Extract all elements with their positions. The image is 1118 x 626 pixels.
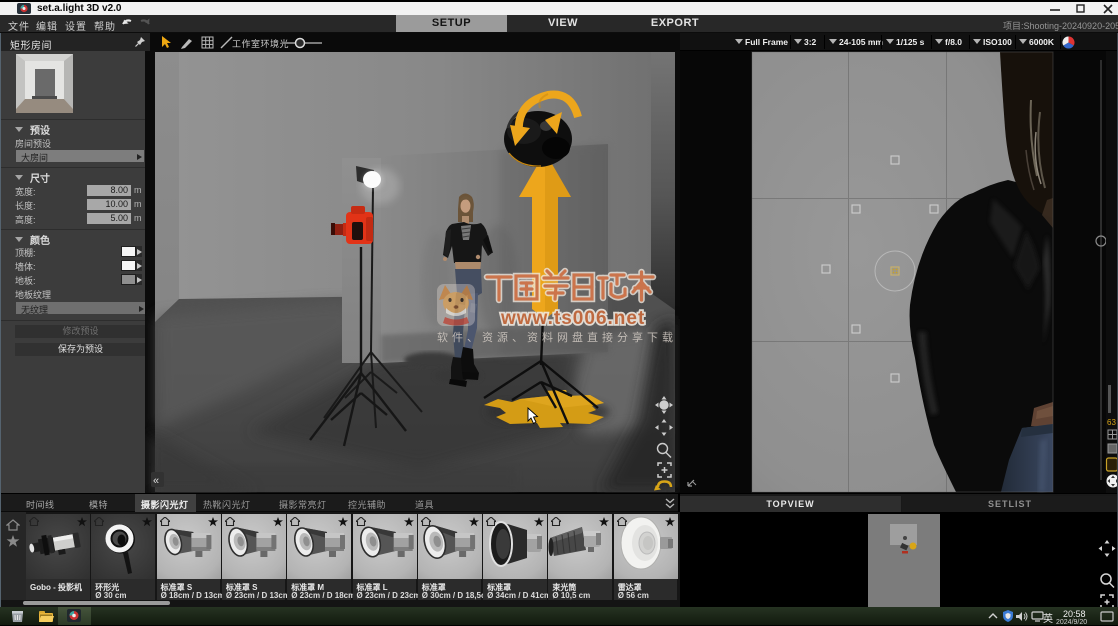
- svg-text:«: «: [153, 475, 159, 487]
- svg-text:www.ts006.net: www.ts006.net: [500, 308, 645, 329]
- svg-text:软件、资源、资料网盘直接分享下载: 软件、资源、资料网盘直接分享下载: [437, 330, 677, 344]
- svg-text:63: 63: [1107, 418, 1116, 427]
